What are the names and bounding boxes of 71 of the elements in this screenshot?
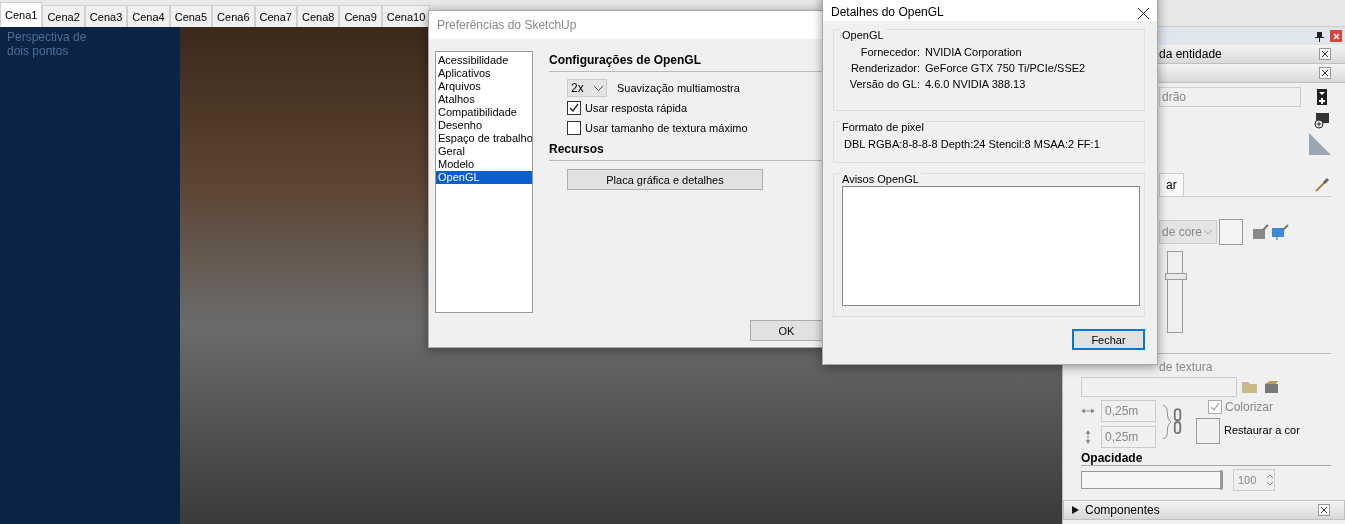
color-swatch [1219,219,1243,245]
scene-tab[interactable]: Cena9 [339,5,382,27]
category-item[interactable]: Acessibilidade [436,54,532,67]
option-checkbox[interactable] [567,121,581,135]
scene-tab[interactable]: Cena1 [0,2,43,27]
group-title: Avisos OpenGL [840,173,921,185]
category-item[interactable]: Geral [436,145,532,158]
colorize-checkbox[interactable] [1208,400,1222,414]
category-item[interactable]: Aplicativos [436,67,532,80]
warnings-text-area[interactable] [842,186,1140,306]
group-title: OpenGL [840,29,886,41]
scene-tab[interactable]: Cena6 [212,5,255,27]
category-item[interactable]: Atalhos [436,93,532,106]
category-list[interactable]: Acessibilidade Aplicativos Arquivos Atalhos Compatibilidade Desenho Espaço de trabalho Geral Modelo OpenGL [435,51,533,313]
info-value: NVIDIA Corporation [925,46,1023,58]
category-item[interactable]: Espaço de trabalho [436,132,532,145]
close-button[interactable]: Fechar [1072,329,1145,350]
reset-color-label: Restaurar a cor [1224,424,1301,436]
category-item[interactable]: Modelo [436,158,532,171]
material-preview-icon [1309,133,1331,155]
pixel-format-text: DBL RGBA:8-8-8-8 Depth:24 Stencil:8 MSAA:2 FF:1 [844,138,1100,150]
scene-tab[interactable]: Cena10 [381,5,431,27]
camera-label: Perspectiva de dois pontos [7,30,88,58]
option-label: Usar resposta rápida [585,102,688,114]
texture-path-field[interactable] [1081,377,1237,397]
info-label: Versão do GL: [848,78,920,90]
category-item[interactable]: Desenho [436,119,532,132]
edit-tab[interactable]: ar [1159,173,1184,196]
option-label: Usar tamanho de textura máximo [585,122,748,134]
height-arrows-icon [1085,430,1091,444]
opacity-title: Opacidade [1081,451,1331,466]
opacity-slider[interactable] [1081,471,1223,489]
graphics-details-button[interactable]: Placa gráfica e detalhes [567,169,763,190]
window-title: Detalhes do OpenGL [831,5,944,19]
multisample-label: Suavização multiamostra [617,82,740,94]
monitor-eyedropper-icon[interactable] [1271,223,1289,241]
chevron-down-icon [1204,229,1213,235]
info-label: Fornecedor: [859,46,920,58]
option-checkbox[interactable] [567,101,581,115]
scene-tab[interactable]: Cena8 [296,5,340,27]
multisample-select[interactable]: 2x [567,79,607,97]
texture-label: de textura [1159,360,1213,374]
window-title: Preferências do SketchUp [437,18,577,32]
info-value: 4.6.0 NVIDIA 388.13 [925,78,1027,90]
pin-icon[interactable] [1315,30,1324,42]
info-value: GeForce GTX 750 Ti/PCIe/SSE2 [925,62,1087,74]
scene-tab[interactable]: Cena5 [169,5,213,27]
slider-thumb[interactable] [1165,273,1187,280]
scene-tab[interactable]: Cena7 [254,5,297,27]
category-item[interactable]: OpenGL [436,171,532,184]
close-icon[interactable] [1318,504,1330,516]
panel-title: Componentes [1085,503,1160,517]
ok-button[interactable]: OK [750,320,823,341]
panel-header[interactable]: Componentes [1063,500,1345,520]
expand-arrow-icon[interactable] [1072,506,1079,514]
scene-tab[interactable]: Cena3 [84,5,128,27]
scene-tab[interactable]: Cena2 [42,5,85,27]
close-icon[interactable] [1319,67,1331,79]
colorize-label: Colorizar [1225,400,1273,414]
width-arrows-icon [1081,408,1095,414]
panel-title: da entidade [1159,47,1222,61]
group-title: Formato de pixel [840,121,926,133]
category-item[interactable]: Arquivos [436,80,532,93]
close-icon[interactable] [1319,48,1331,60]
info-label: Renderizador: [849,62,920,74]
close-icon[interactable] [1138,8,1149,19]
reset-color-swatch[interactable] [1196,418,1220,444]
eyedropper-icon[interactable] [1313,175,1331,194]
chevron-down-icon [594,85,603,91]
category-item[interactable]: Compatibilidade [436,106,532,119]
scene-tab[interactable]: Cena4 [127,5,170,27]
